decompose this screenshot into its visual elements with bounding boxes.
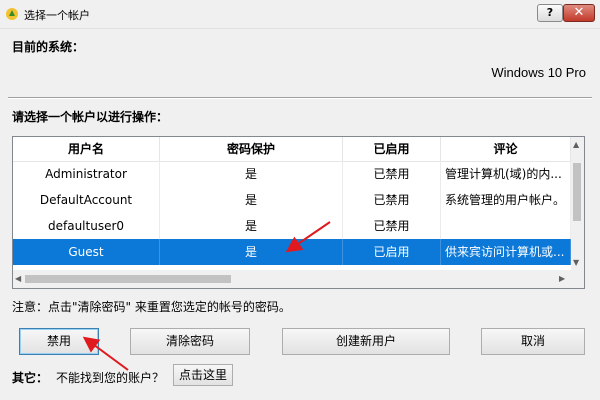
cell-password-protected: 是 [160,161,343,187]
title-bar: 选择一个帐户 ? ✕ [0,0,600,29]
column-header-enabled[interactable]: 已启用 [343,137,441,161]
table-row-selected[interactable]: Guest 是 已启用 供来宾访问计算机或... [13,239,571,265]
cell-enabled: 已禁用 [343,213,441,239]
column-header-username[interactable]: 用户名 [13,137,160,161]
cell-enabled: 已禁用 [343,187,441,213]
cell-username: defaultuser0 [13,213,160,239]
other-label: 其它： [12,371,49,385]
cell-password-protected: 是 [160,239,343,265]
create-user-button[interactable]: 创建新用户 [282,328,450,355]
scroll-down-icon[interactable]: ▼ [573,258,579,267]
scroll-up-icon[interactable]: ▲ [573,140,579,149]
table-row[interactable]: defaultuser0 是 已禁用 [13,213,571,239]
window-title: 选择一个帐户 [24,9,90,22]
cell-enabled: 已启用 [343,239,441,265]
column-header-password-protected[interactable]: 密码保护 [160,137,343,161]
cell-password-protected: 是 [160,187,343,213]
scroll-right-icon[interactable]: ▶ [559,274,565,283]
cell-username: DefaultAccount [13,187,160,213]
other-question: 不能找到您的账户？ [56,371,165,385]
vertical-scrollbar[interactable]: ▲ ▼ [571,137,584,270]
horizontal-scrollbar[interactable]: ◀ ▶ [13,270,571,288]
clear-password-note: 注意：点击"清除密码" 来重置您选定的帐号的密码。 [12,300,291,314]
cell-comment: 供来宾访问计算机或... [441,239,571,265]
cell-comment [441,213,571,239]
close-button[interactable]: ✕ [563,4,595,22]
table-header: 用户名 密码保护 已启用 评论 [13,137,571,162]
cell-comment: 管理计算机(域)的内... [441,161,571,187]
vertical-scroll-thumb[interactable] [573,163,581,221]
cell-username: Guest [13,239,160,265]
scroll-left-icon[interactable]: ◀ [15,274,21,283]
click-here-button[interactable]: 点击这里 [173,364,233,386]
cell-enabled: 已禁用 [343,161,441,187]
help-button[interactable]: ? [537,4,563,22]
accounts-table[interactable]: 用户名 密码保护 已启用 评论 Administrator 是 已禁用 管理计算… [12,136,585,289]
clear-password-button[interactable]: 清除密码 [130,328,250,355]
select-account-prompt: 请选择一个帐户以进行操作： [12,110,169,124]
column-header-comment[interactable]: 评论 [441,137,571,161]
current-system-value: Windows 10 Pro [491,65,586,80]
disable-button[interactable]: 禁用 [19,328,99,355]
app-icon [6,8,18,20]
cell-comment: 系统管理的用户帐户。 [441,187,571,213]
cell-username: Administrator [13,161,160,187]
divider [8,97,592,99]
cell-password-protected: 是 [160,213,343,239]
scroll-corner [571,270,584,288]
table-row[interactable]: Administrator 是 已禁用 管理计算机(域)的内... [13,161,571,187]
horizontal-scroll-thumb[interactable] [25,275,231,283]
cancel-button[interactable]: 取消 [481,328,585,355]
table-row[interactable]: DefaultAccount 是 已禁用 系统管理的用户帐户。 [13,187,571,213]
current-system-label: 目前的系统： [12,40,85,54]
